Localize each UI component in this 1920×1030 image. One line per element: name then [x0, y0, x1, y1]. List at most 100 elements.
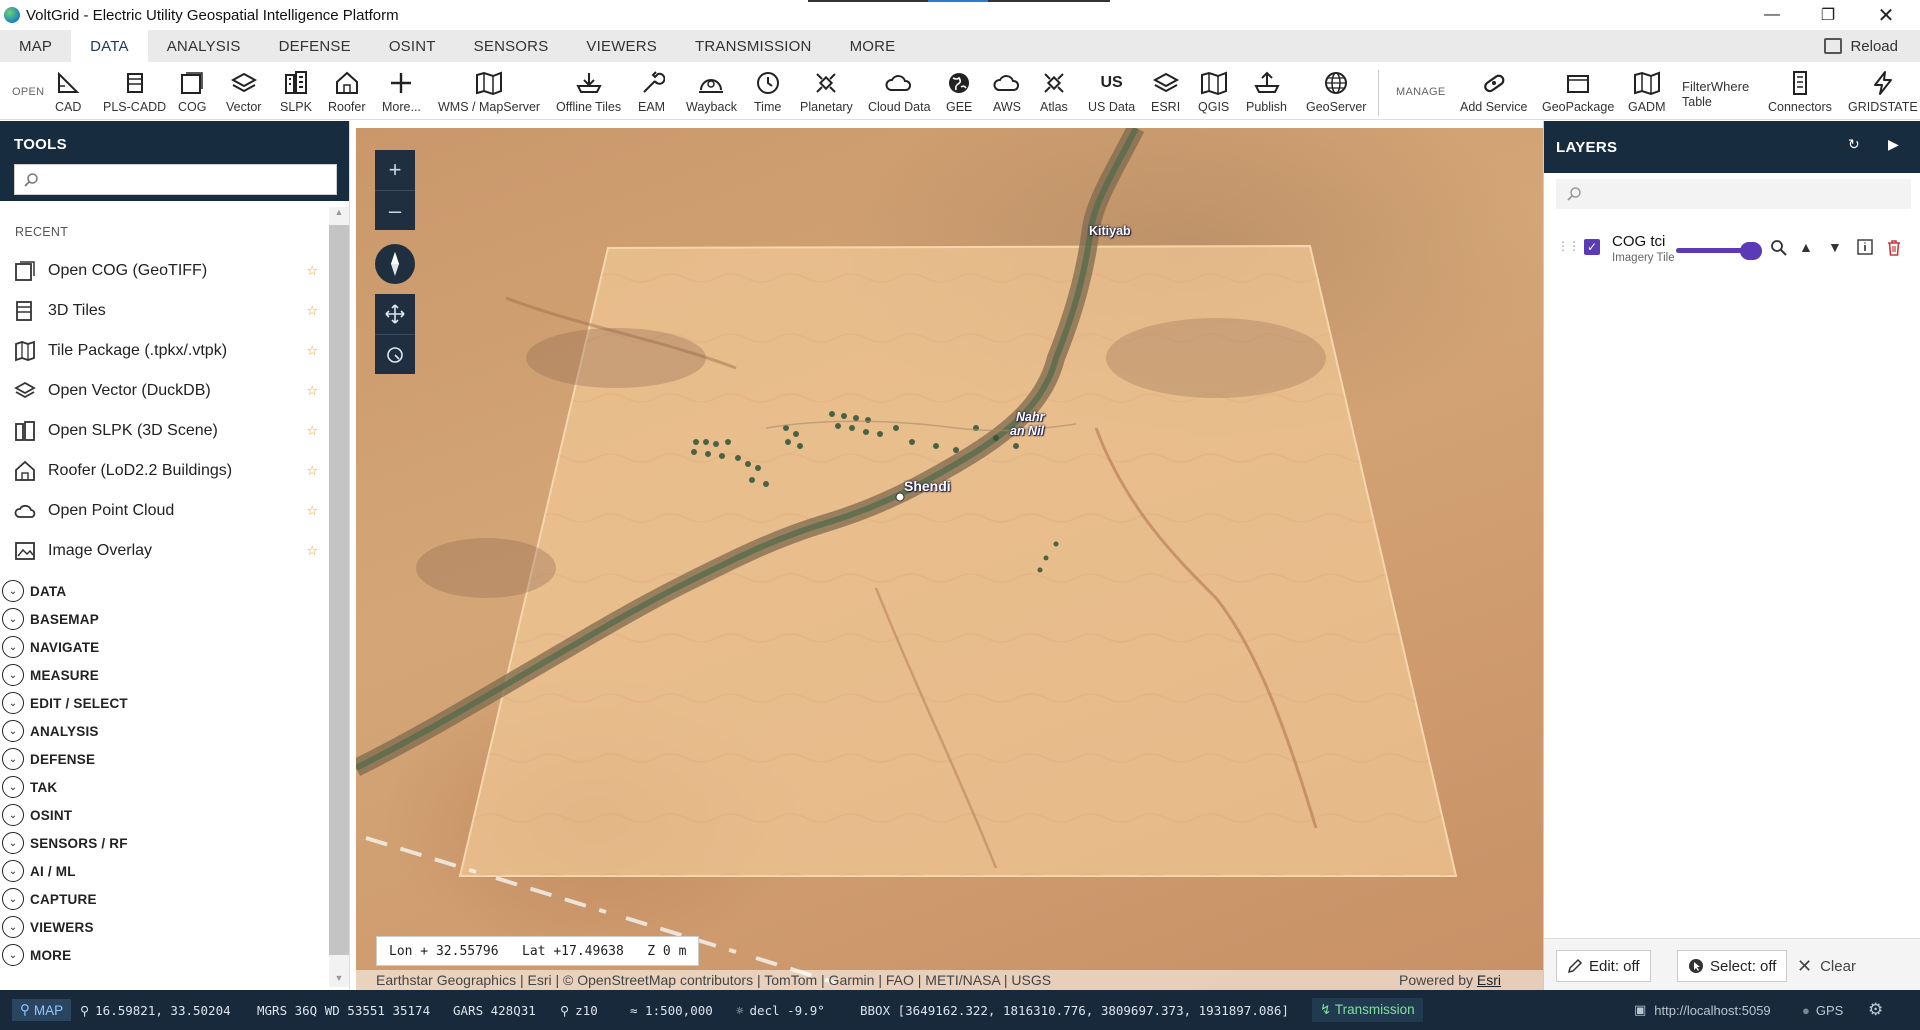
- gadm-button[interactable]: GADM: [1628, 68, 1666, 118]
- tab-map[interactable]: MAP: [0, 30, 71, 62]
- geopackage-button[interactable]: GeoPackage: [1542, 68, 1614, 118]
- wayback-button[interactable]: Wayback: [686, 68, 737, 118]
- tool-section-viewers[interactable]: ⌄ VIEWERS: [0, 913, 330, 941]
- reload-button[interactable]: Reload: [1824, 30, 1898, 62]
- transmission-badge[interactable]: ↯ Transmission: [1312, 990, 1423, 1030]
- tool-section-more[interactable]: ⌄ MORE: [0, 941, 330, 969]
- us-data-button[interactable]: US US Data: [1088, 68, 1135, 118]
- roofer-button[interactable]: Roofer: [328, 68, 366, 118]
- cog-button[interactable]: COG: [178, 68, 206, 118]
- close-button[interactable]: ✕: [1858, 0, 1914, 30]
- star-icon[interactable]: ☆: [306, 423, 318, 439]
- geoserver-button[interactable]: GeoServer: [1306, 68, 1366, 118]
- star-icon[interactable]: ☆: [306, 383, 318, 399]
- esri-button[interactable]: ESRI: [1151, 68, 1180, 118]
- layer-visibility-checkbox[interactable]: ✓: [1584, 239, 1600, 255]
- gridstate-button[interactable]: GRIDSTATE: [1848, 68, 1918, 118]
- tools-scrollbar[interactable]: ▲ ▼: [329, 207, 349, 987]
- recent-item[interactable]: 3D Tiles ☆: [0, 291, 330, 331]
- map-view[interactable]: Kitiyab Nahr an Nil Shendi + – Lon + 32.…: [356, 128, 1543, 990]
- cloud-data-button[interactable]: Cloud Data: [868, 68, 931, 118]
- refresh-icon[interactable]: ↻: [1848, 136, 1860, 153]
- zoom-in-button[interactable]: +: [375, 150, 415, 190]
- atlas-button[interactable]: Atlas: [1040, 68, 1068, 118]
- tool-section-ai-ml[interactable]: ⌄ AI / ML: [0, 857, 330, 885]
- time-button[interactable]: Time: [754, 68, 781, 118]
- edit-toggle-button[interactable]: Edit: off: [1556, 950, 1651, 982]
- tools-search-input[interactable]: [14, 164, 337, 195]
- planetary-button[interactable]: Planetary: [800, 68, 853, 118]
- recent-item[interactable]: Open Vector (DuckDB) ☆: [0, 371, 330, 411]
- pan-button[interactable]: [375, 294, 415, 334]
- vector-button[interactable]: Vector: [226, 68, 261, 118]
- zoom-to-layer-icon[interactable]: [1770, 239, 1788, 260]
- gee-button[interactable]: GEE: [946, 68, 972, 118]
- restore-button[interactable]: ❐: [1800, 0, 1856, 30]
- minimize-button[interactable]: —: [1744, 0, 1800, 30]
- tab-sensors[interactable]: SENSORS: [455, 30, 568, 62]
- recent-item[interactable]: Open Point Cloud ☆: [0, 491, 330, 531]
- layer-row[interactable]: ⋮⋮ ✓ COG tci Imagery Tile ▲ ▼: [1544, 225, 1920, 265]
- tool-section-sensors-rf[interactable]: ⌄ SENSORS / RF: [0, 829, 330, 857]
- qgis-button[interactable]: QGIS: [1198, 68, 1229, 118]
- wms-mapserver-button[interactable]: WMS / MapServer: [438, 68, 540, 118]
- tool-section-navigate[interactable]: ⌄ NAVIGATE: [0, 633, 330, 661]
- tab-analysis[interactable]: ANALYSIS: [148, 30, 260, 62]
- tool-section-capture[interactable]: ⌄ CAPTURE: [0, 885, 330, 913]
- star-icon[interactable]: ☆: [306, 263, 318, 279]
- tab-viewers[interactable]: VIEWERS: [567, 30, 676, 62]
- rotate-button[interactable]: [375, 334, 415, 374]
- tool-section-osint[interactable]: ⌄ OSINT: [0, 801, 330, 829]
- map-mode-button[interactable]: ⚲ MAP: [12, 999, 72, 1021]
- recent-item[interactable]: Image Overlay ☆: [0, 531, 330, 571]
- star-icon[interactable]: ☆: [306, 543, 318, 559]
- tab-defense[interactable]: DEFENSE: [260, 30, 370, 62]
- tool-section-data[interactable]: ⌄ DATA: [0, 577, 330, 605]
- star-icon[interactable]: ☆: [306, 503, 318, 519]
- recent-item[interactable]: Open SLPK (3D Scene) ☆: [0, 411, 330, 451]
- clear-button[interactable]: ✕ Clear: [1797, 950, 1856, 982]
- aws-button[interactable]: AWS: [992, 68, 1022, 118]
- tab-osint[interactable]: OSINT: [370, 30, 455, 62]
- tool-section-defense[interactable]: ⌄ DEFENSE: [0, 745, 330, 773]
- drag-handle-icon[interactable]: ⋮⋮: [1557, 239, 1580, 253]
- cad-button[interactable]: CAD: [55, 68, 81, 118]
- settings-icon[interactable]: ⚙: [1868, 990, 1883, 1030]
- add-service-button[interactable]: Add Service: [1460, 68, 1527, 118]
- connectors-button[interactable]: Connectors: [1768, 68, 1832, 118]
- tool-section-tak[interactable]: ⌄ TAK: [0, 773, 330, 801]
- delete-layer-icon[interactable]: [1886, 239, 1902, 260]
- filterwhere-table-button[interactable]: FilterWhere Table: [1682, 77, 1749, 127]
- layer-info-icon[interactable]: [1857, 239, 1873, 258]
- publish-button[interactable]: Publish: [1246, 68, 1287, 118]
- tool-section-measure[interactable]: ⌄ MEASURE: [0, 661, 330, 689]
- slpk-button[interactable]: SLPK: [280, 68, 312, 118]
- opacity-slider[interactable]: [1676, 248, 1750, 253]
- star-icon[interactable]: ☆: [306, 343, 318, 359]
- tool-section-basemap[interactable]: ⌄ BASEMAP: [0, 605, 330, 633]
- recent-item[interactable]: Roofer (LoD2.2 Buildings) ☆: [0, 451, 330, 491]
- compass-button[interactable]: [375, 244, 415, 284]
- scroll-thumb[interactable]: [329, 225, 349, 955]
- layers-search-input[interactable]: [1556, 179, 1911, 209]
- tab-data[interactable]: DATA: [71, 30, 148, 62]
- zoom-out-button[interactable]: –: [375, 190, 415, 230]
- move-down-icon[interactable]: ▼: [1828, 239, 1842, 255]
- scroll-up-icon[interactable]: ▲: [329, 207, 349, 221]
- star-icon[interactable]: ☆: [306, 463, 318, 479]
- tool-section-edit-select[interactable]: ⌄ EDIT / SELECT: [0, 689, 330, 717]
- recent-item[interactable]: Tile Package (.tpkx/.vtpk) ☆: [0, 331, 330, 371]
- select-toggle-button[interactable]: Select: off: [1677, 950, 1788, 982]
- tab-transmission[interactable]: TRANSMISSION: [676, 30, 831, 62]
- gps-status[interactable]: ● GPS: [1802, 990, 1843, 1030]
- offline-tiles-button[interactable]: Offline Tiles: [556, 68, 621, 118]
- opacity-slider-thumb[interactable]: [1740, 242, 1762, 260]
- more-button[interactable]: More...: [382, 68, 421, 118]
- move-up-icon[interactable]: ▲: [1799, 239, 1813, 255]
- star-icon[interactable]: ☆: [306, 303, 318, 319]
- esri-link[interactable]: Esri: [1477, 972, 1501, 988]
- play-icon[interactable]: ▶: [1888, 136, 1899, 153]
- tab-more[interactable]: MORE: [831, 30, 915, 62]
- pls-cadd-button[interactable]: PLS-CADD: [103, 68, 166, 118]
- scroll-down-icon[interactable]: ▼: [329, 973, 349, 987]
